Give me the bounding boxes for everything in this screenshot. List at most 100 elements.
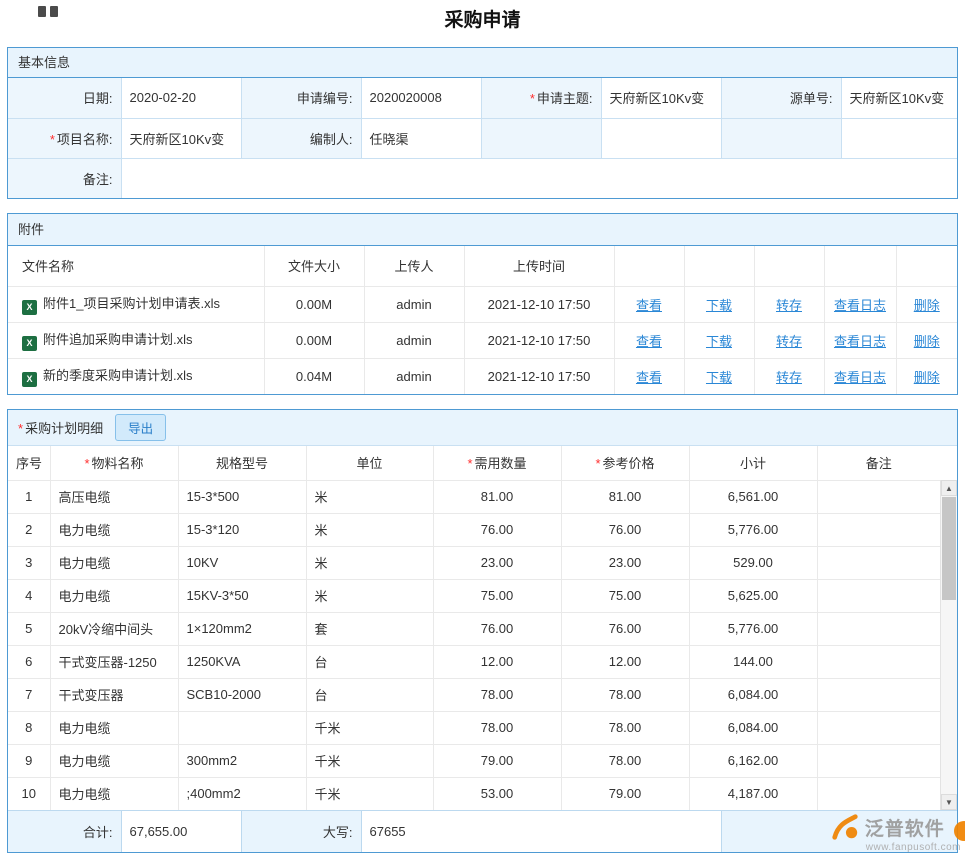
detail-footer: 合计: 67,655.00 大写: 67655 <box>8 810 957 852</box>
detail-row: 8 电力电缆 千米 78.00 78.00 6,084.00 <box>8 711 940 744</box>
detail-row: 3 电力电缆 10KV 米 23.00 23.00 529.00 <box>8 546 940 579</box>
request-no-label: 申请编号: <box>241 78 361 118</box>
delete-link[interactable]: 删除 <box>914 298 940 313</box>
row-subtotal: 6,084.00 <box>689 711 817 744</box>
col-price: *参考价格 <box>561 446 689 480</box>
row-material: 电力电缆 <box>50 546 178 579</box>
row-seq: 2 <box>8 513 50 546</box>
request-no-value: 2020020008 <box>361 78 481 118</box>
row-subtotal: 5,776.00 <box>689 513 817 546</box>
attachment-filename: 新的季度采购申请计划.xls <box>43 368 193 383</box>
author-label: 编制人: <box>241 118 361 158</box>
date-label: 日期: <box>8 78 121 118</box>
row-price: 76.00 <box>561 513 689 546</box>
row-qty: 76.00 <box>433 513 561 546</box>
row-unit: 千米 <box>306 777 433 810</box>
col-uploader: 上传人 <box>364 246 464 286</box>
detail-row: 7 干式变压器 SCB10-2000 台 78.00 78.00 6,084.0… <box>8 678 940 711</box>
view-log-link[interactable]: 查看日志 <box>834 298 886 313</box>
row-price: 78.00 <box>561 711 689 744</box>
total-value: 67,655.00 <box>121 811 241 852</box>
scrollbar-thumb[interactable] <box>942 497 956 600</box>
row-unit: 套 <box>306 612 433 645</box>
download-link[interactable]: 下载 <box>706 334 732 349</box>
row-qty: 12.00 <box>433 645 561 678</box>
col-action <box>824 246 896 286</box>
transfer-link[interactable]: 转存 <box>776 334 802 349</box>
row-remark <box>817 777 940 810</box>
delete-link[interactable]: 删除 <box>914 370 940 385</box>
row-subtotal: 6,561.00 <box>689 480 817 513</box>
scroll-down-icon[interactable]: ▼ <box>941 794 957 810</box>
transfer-link[interactable]: 转存 <box>776 298 802 313</box>
row-seq: 7 <box>8 678 50 711</box>
attachments-table: 文件名称 文件大小 上传人 上传时间 X附件1_项目采购计划申请表.xls 0.… <box>8 246 957 394</box>
source-no-value: 天府新区10Kv变 <box>841 78 957 118</box>
top-left-marks <box>38 6 58 17</box>
row-seq: 4 <box>8 579 50 612</box>
row-material: 电力电缆 <box>50 777 178 810</box>
view-link[interactable]: 查看 <box>636 298 662 313</box>
view-link[interactable]: 查看 <box>636 370 662 385</box>
col-action <box>754 246 824 286</box>
detail-scrollbar[interactable]: ▲ ▼ <box>940 480 957 810</box>
scroll-up-icon[interactable]: ▲ <box>941 480 957 496</box>
row-material: 电力电缆 <box>50 744 178 777</box>
empty-value-cell <box>601 118 721 158</box>
basic-info-panel: 基本信息 日期: 2020-02-20 申请编号: 2020020008 *申请… <box>7 47 958 199</box>
row-qty: 53.00 <box>433 777 561 810</box>
row-qty: 81.00 <box>433 480 561 513</box>
delete-link[interactable]: 删除 <box>914 334 940 349</box>
row-price: 12.00 <box>561 645 689 678</box>
row-price: 78.00 <box>561 744 689 777</box>
attachments-section-title: 附件 <box>8 214 957 246</box>
detail-row: 6 干式变压器-1250 1250KVA 台 12.00 12.00 144.0… <box>8 645 940 678</box>
page-title: 采购申请 <box>0 0 965 39</box>
download-link[interactable]: 下载 <box>706 298 732 313</box>
row-qty: 23.00 <box>433 546 561 579</box>
row-remark <box>817 480 940 513</box>
row-price: 79.00 <box>561 777 689 810</box>
attachment-row: X附件1_项目采购计划申请表.xls 0.00M admin 2021-12-1… <box>8 286 957 322</box>
row-unit: 千米 <box>306 711 433 744</box>
row-spec: 15-3*120 <box>178 513 306 546</box>
row-material: 电力电缆 <box>50 579 178 612</box>
row-spec <box>178 711 306 744</box>
row-seq: 5 <box>8 612 50 645</box>
row-remark <box>817 711 940 744</box>
col-action <box>614 246 684 286</box>
row-spec: 1250KVA <box>178 645 306 678</box>
col-file-name: 文件名称 <box>8 246 264 286</box>
empty-label-cell <box>721 118 841 158</box>
row-spec: 15KV-3*50 <box>178 579 306 612</box>
view-log-link[interactable]: 查看日志 <box>834 370 886 385</box>
view-log-link[interactable]: 查看日志 <box>834 334 886 349</box>
row-spec: 300mm2 <box>178 744 306 777</box>
attachment-size: 0.04M <box>264 358 364 394</box>
download-link[interactable]: 下载 <box>706 370 732 385</box>
footer-filler <box>721 811 957 852</box>
detail-row: 9 电力电缆 300mm2 千米 79.00 78.00 6,162.00 <box>8 744 940 777</box>
col-material: *物料名称 <box>50 446 178 480</box>
attachment-size: 0.00M <box>264 286 364 322</box>
detail-row: 2 电力电缆 15-3*120 米 76.00 76.00 5,776.00 <box>8 513 940 546</box>
remark-value <box>121 158 957 198</box>
row-subtotal: 6,084.00 <box>689 678 817 711</box>
attachment-row: X附件追加采购申请计划.xls 0.00M admin 2021-12-10 1… <box>8 322 957 358</box>
row-spec: 10KV <box>178 546 306 579</box>
row-remark <box>817 546 940 579</box>
row-qty: 75.00 <box>433 579 561 612</box>
attachment-time: 2021-12-10 17:50 <box>464 286 614 322</box>
col-action <box>684 246 754 286</box>
export-button[interactable]: 导出 <box>115 414 166 441</box>
remark-label: 备注: <box>8 158 121 198</box>
row-qty: 76.00 <box>433 612 561 645</box>
view-link[interactable]: 查看 <box>636 334 662 349</box>
row-material: 电力电缆 <box>50 513 178 546</box>
row-price: 76.00 <box>561 612 689 645</box>
row-material: 高压电缆 <box>50 480 178 513</box>
empty-label-cell <box>481 118 601 158</box>
transfer-link[interactable]: 转存 <box>776 370 802 385</box>
detail-section-title: *采购计划明细 <box>18 418 103 437</box>
row-unit: 千米 <box>306 744 433 777</box>
